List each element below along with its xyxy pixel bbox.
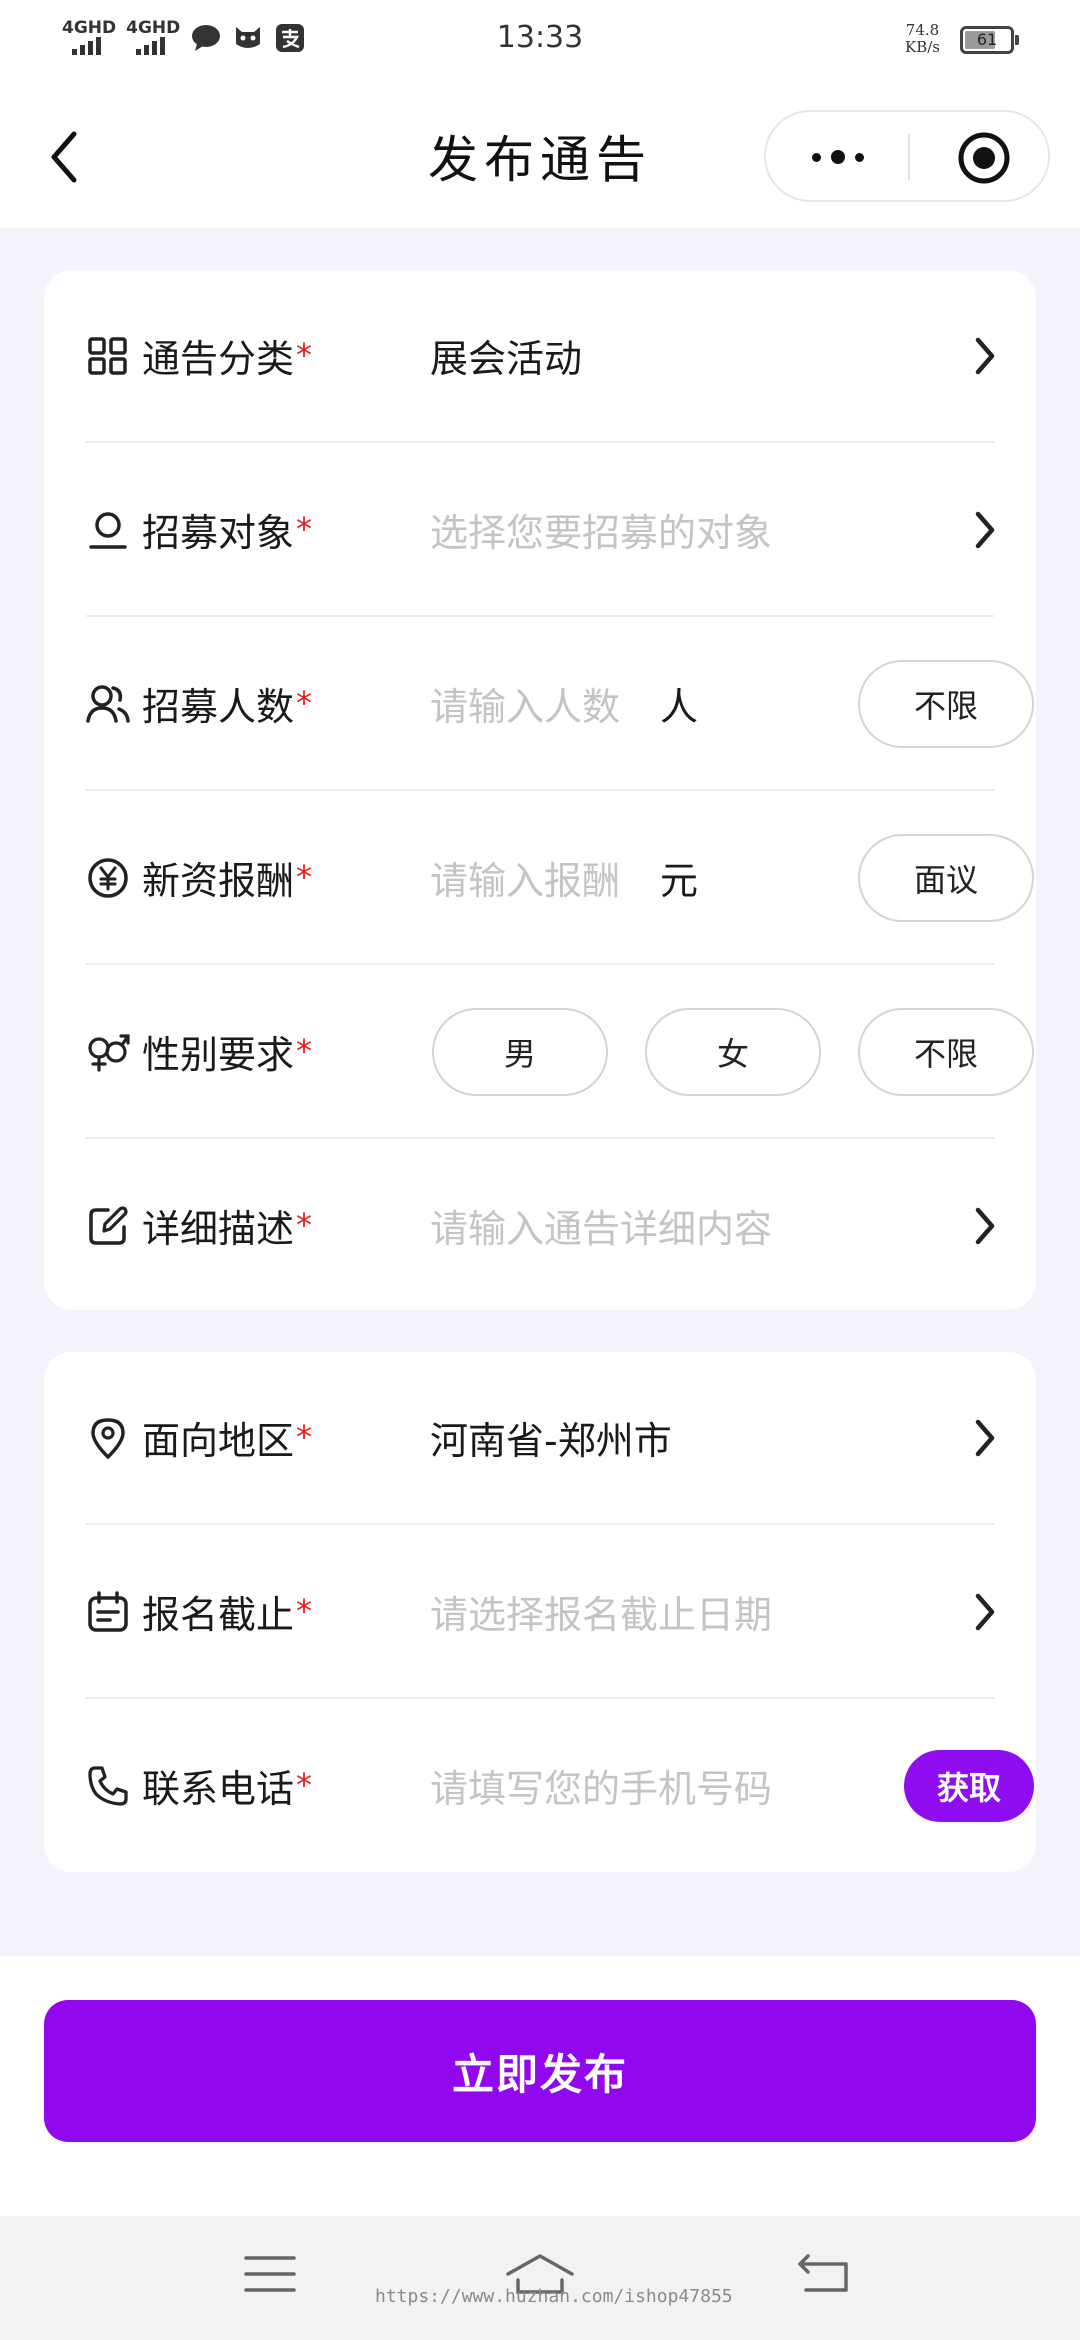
battery-level: 61 [976, 30, 998, 49]
target-circle-icon[interactable] [956, 130, 1012, 186]
edit-icon [89, 1206, 128, 1245]
phone-input[interactable]: 请填写您的手机号码 [430, 1758, 772, 1813]
deadline-row[interactable]: 报名截止* 请选择报名截止日期 [86, 1526, 995, 1699]
salary-label: 新资报酬* [142, 858, 313, 903]
gender-unlimited-button[interactable]: 不限 [858, 1008, 1034, 1096]
gender-row: 性别要求* 男 女 不限 [86, 966, 1034, 1139]
region-label: 面向地区* [142, 1418, 313, 1463]
recruit-count-unit: 人 [660, 685, 699, 729]
chevron-right-icon [975, 1593, 995, 1631]
watermark-url: https://www.huzhan.com/ishop47855 [375, 2286, 733, 2307]
yen-icon [88, 858, 128, 898]
required-mark: * [296, 1766, 313, 1804]
more-dots-icon[interactable] [808, 142, 868, 172]
region-value: 河南省-郑州市 [430, 1419, 672, 1463]
status-bar: 4GHD 4GHD 13:33 74.8 KB/s 61 [0, 0, 1080, 80]
back-nav-icon[interactable] [796, 2252, 852, 2296]
deadline-label: 报名截止* [142, 1592, 313, 1637]
form-card-basic: 通告分类* 展会活动 招募对象* 选择您要招募的对象 招募人数* 请输入人数 人… [44, 270, 1036, 1310]
recruit-target-row[interactable]: 招募对象* 选择您要招募的对象 [86, 444, 995, 617]
publish-button[interactable]: 立即发布 [44, 2000, 1036, 2142]
recruit-target-placeholder: 选择您要招募的对象 [430, 511, 773, 555]
salary-input[interactable]: 请输入报酬 [430, 850, 620, 905]
gender-icon [88, 1034, 130, 1072]
speed-unit: KB/s [905, 38, 940, 56]
gender-male-button[interactable]: 男 [432, 1008, 608, 1096]
recruit-target-label: 招募对象* [142, 510, 313, 555]
deadline-placeholder: 请选择报名截止日期 [430, 1593, 773, 1637]
phone-label: 联系电话* [142, 1766, 313, 1811]
description-row[interactable]: 详细描述* 请输入通告详细内容 [86, 1140, 995, 1313]
category-value: 展会活动 [430, 337, 583, 381]
region-row[interactable]: 面向地区* 河南省-郑州市 [86, 1352, 995, 1525]
required-mark: * [296, 684, 313, 722]
required-mark: * [296, 1032, 313, 1070]
speed-value: 74.8 [905, 21, 940, 39]
chevron-right-icon [975, 511, 995, 549]
required-mark: * [296, 1206, 313, 1244]
grid-icon [88, 337, 127, 375]
location-icon [91, 1418, 125, 1459]
chevron-right-icon [975, 1419, 995, 1457]
description-label: 详细描述* [142, 1206, 313, 1251]
users-icon [86, 685, 130, 723]
user-icon [89, 512, 127, 549]
description-placeholder: 请输入通告详细内容 [430, 1207, 773, 1251]
mini-program-capsule [764, 110, 1050, 202]
required-mark: * [296, 336, 313, 374]
recruit-count-input[interactable]: 请输入人数 [430, 676, 620, 731]
get-phone-button[interactable]: 获取 [904, 1750, 1034, 1822]
category-label: 通告分类* [142, 336, 313, 381]
recruit-count-row: 招募人数* 请输入人数 人 不限 [86, 618, 1034, 791]
navigation-bar: 发布通告 [0, 80, 1080, 228]
chevron-right-icon [975, 1207, 995, 1245]
battery-icon: 61 [960, 26, 1014, 54]
required-mark: * [296, 1418, 313, 1456]
network-speed: 74.8 KB/s [905, 22, 940, 56]
chevron-right-icon [975, 337, 995, 375]
phone-icon [88, 1766, 128, 1806]
negotiable-button[interactable]: 面议 [858, 834, 1034, 922]
menu-icon[interactable] [244, 2252, 296, 2296]
category-row[interactable]: 通告分类* 展会活动 [86, 270, 995, 443]
gender-label: 性别要求* [142, 1032, 313, 1077]
required-mark: * [296, 858, 313, 896]
recruit-count-label: 招募人数* [142, 684, 313, 729]
unlimited-count-button[interactable]: 不限 [858, 660, 1034, 748]
calendar-icon [88, 1591, 128, 1632]
system-navigation-bar: https://www.huzhan.com/ishop47855 [0, 2216, 1080, 2340]
salary-row: 新资报酬* 请输入报酬 元 面议 [86, 792, 1034, 965]
form-card-contact: 面向地区* 河南省-郑州市 报名截止* 请选择报名截止日期 联系电话* 请填写您… [44, 1352, 1036, 1872]
required-mark: * [296, 1592, 313, 1630]
salary-unit: 元 [660, 859, 699, 903]
phone-row: 联系电话* 请填写您的手机号码 获取 [86, 1700, 1034, 1873]
required-mark: * [296, 510, 313, 548]
gender-female-button[interactable]: 女 [645, 1008, 821, 1096]
